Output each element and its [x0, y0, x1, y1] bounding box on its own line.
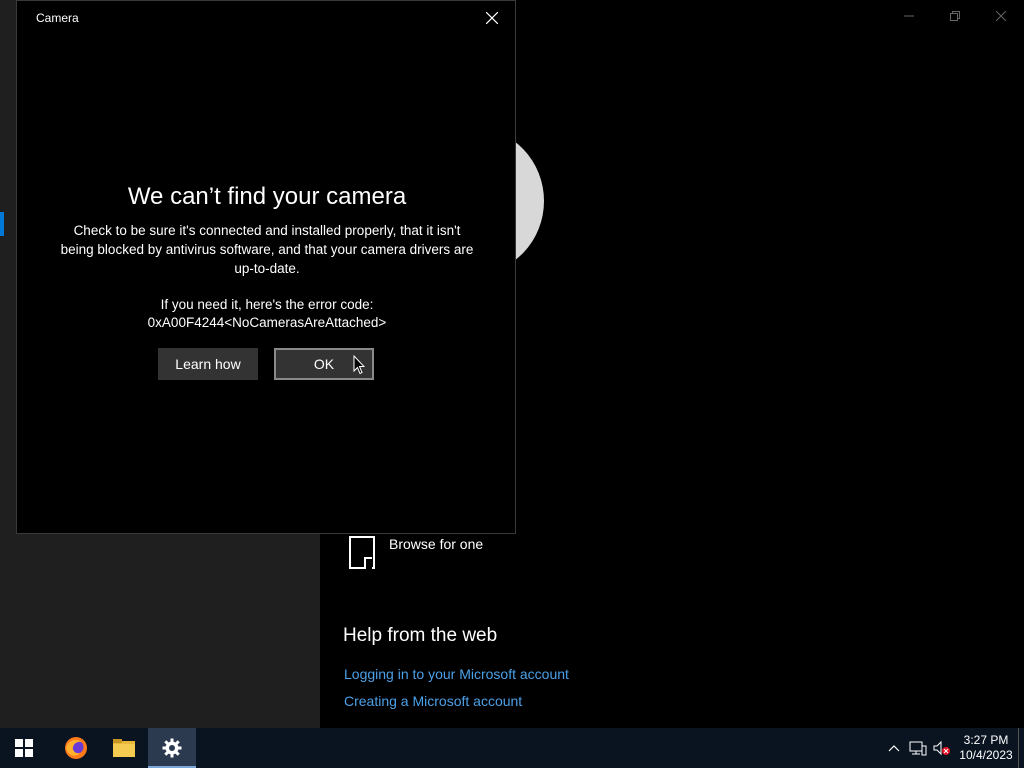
chevron-up-icon — [888, 745, 900, 752]
dialog-close-button[interactable] — [469, 1, 515, 35]
error-intro: If you need it, here's the error code: — [160, 297, 374, 312]
nav-selection-indicator — [0, 212, 4, 236]
restore-icon — [950, 11, 960, 21]
browse-label: Browse for one — [389, 536, 484, 552]
network-button[interactable] — [906, 728, 930, 768]
dialog-title: Camera — [36, 11, 79, 25]
start-button[interactable] — [0, 728, 48, 768]
network-icon — [909, 741, 927, 756]
browse-for-one-button[interactable]: Browse for one — [349, 536, 483, 569]
dialog-heading: We can’t find your camera — [127, 183, 407, 210]
taskbar: 3:27 PM 10/4/2023 — [0, 728, 1024, 768]
close-icon — [486, 12, 498, 24]
file-explorer-icon — [113, 739, 135, 757]
show-desktop-button[interactable] — [1018, 728, 1024, 768]
window-controls — [886, 0, 1024, 32]
settings-icon — [162, 738, 182, 758]
volume-muted-icon — [933, 740, 950, 756]
help-title: Help from the web — [343, 625, 498, 646]
minimize-icon — [904, 15, 914, 17]
clock-time: 3:27 PM — [963, 733, 1009, 747]
taskbar-firefox[interactable] — [52, 728, 100, 768]
error-block: If you need it, here's the error code: 0… — [57, 296, 477, 332]
clock-date: 10/4/2023 — [959, 748, 1013, 762]
start-icon — [15, 739, 33, 757]
file-icon — [349, 536, 375, 569]
close-window-button[interactable] — [978, 0, 1024, 32]
clock[interactable]: 3:27 PM 10/4/2023 — [954, 733, 1018, 763]
taskbar-settings[interactable] — [148, 728, 196, 768]
system-tray: 3:27 PM 10/4/2023 — [882, 728, 1024, 768]
camera-dialog: Camera We can’t find your camera Check t… — [16, 0, 516, 534]
mouse-cursor-icon — [353, 355, 365, 375]
show-hidden-icons-button[interactable] — [882, 728, 906, 768]
dialog-body: Check to be sure it's connected and inst… — [60, 223, 474, 276]
close-icon — [996, 11, 1006, 21]
taskbar-file-explorer[interactable] — [100, 728, 148, 768]
restore-button[interactable] — [932, 0, 978, 32]
error-code: 0xA00F4244<NoCamerasAreAttached> — [147, 315, 387, 330]
volume-button[interactable] — [930, 728, 954, 768]
help-link-logging-in[interactable]: Logging in to your Microsoft account — [344, 666, 569, 682]
help-link-creating-account[interactable]: Creating a Microsoft account — [344, 693, 522, 709]
minimize-button[interactable] — [886, 0, 932, 32]
learn-how-button[interactable]: Learn how — [158, 348, 258, 380]
firefox-icon — [65, 737, 87, 759]
